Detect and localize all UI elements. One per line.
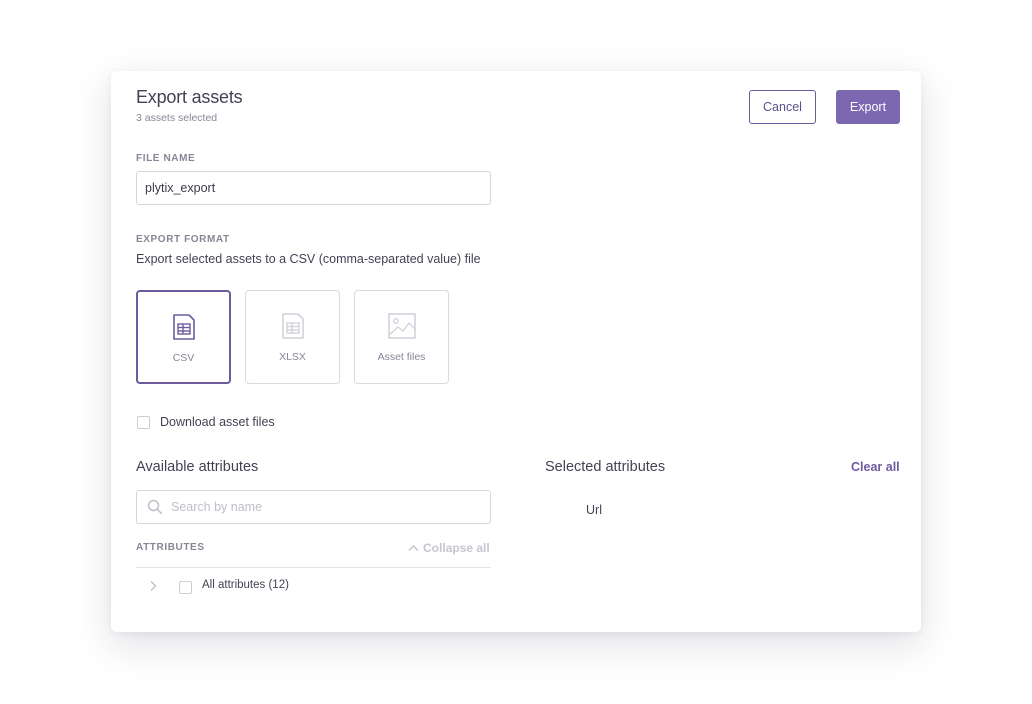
format-option-label: CSV: [172, 352, 195, 364]
selected-attributes-title: Selected attributes: [545, 459, 666, 475]
selected-attribute-item[interactable]: Url: [586, 503, 602, 517]
search-icon: [147, 499, 163, 515]
chevron-right-icon[interactable]: [149, 580, 157, 592]
format-option-csv[interactable]: CSV: [136, 290, 231, 384]
dialog-title: Export assets: [136, 87, 243, 107]
clear-all-button[interactable]: Clear all: [851, 460, 900, 474]
attributes-divider: [136, 567, 491, 568]
cancel-button[interactable]: Cancel: [749, 90, 816, 124]
dialog-subtitle: 3 assets selected: [136, 112, 218, 124]
export-assets-dialog: Export assets 3 assets selected Cancel E…: [111, 71, 921, 632]
download-asset-files-label: Download asset files: [160, 415, 275, 429]
spreadsheet-file-icon: [172, 314, 195, 340]
spreadsheet-file-icon: [281, 313, 304, 339]
export-format-description: Export selected assets to a CSV (comma-s…: [136, 252, 481, 266]
image-icon: [387, 313, 416, 339]
all-attributes-checkbox[interactable]: [179, 581, 192, 594]
attributes-header: ATTRIBUTES: [136, 542, 205, 553]
all-attributes-label: All attributes (12): [202, 579, 289, 591]
chevron-up-icon: [408, 544, 419, 552]
format-option-label: XLSX: [279, 351, 306, 363]
export-button[interactable]: Export: [836, 90, 900, 124]
file-name-label: FILE NAME: [136, 153, 196, 164]
file-name-input[interactable]: [136, 171, 491, 205]
format-option-label: Asset files: [377, 351, 426, 363]
download-asset-files-checkbox[interactable]: [137, 416, 150, 429]
collapse-all-button[interactable]: Collapse all: [408, 541, 490, 555]
export-format-label: EXPORT FORMAT: [136, 234, 230, 245]
format-option-asset-files[interactable]: Asset files: [354, 290, 449, 384]
attribute-search-input[interactable]: [171, 491, 481, 522]
available-attributes-title: Available attributes: [136, 459, 259, 475]
collapse-all-label: Collapse all: [423, 541, 490, 555]
attribute-search-field: [136, 490, 491, 524]
format-option-xlsx[interactable]: XLSX: [245, 290, 340, 384]
